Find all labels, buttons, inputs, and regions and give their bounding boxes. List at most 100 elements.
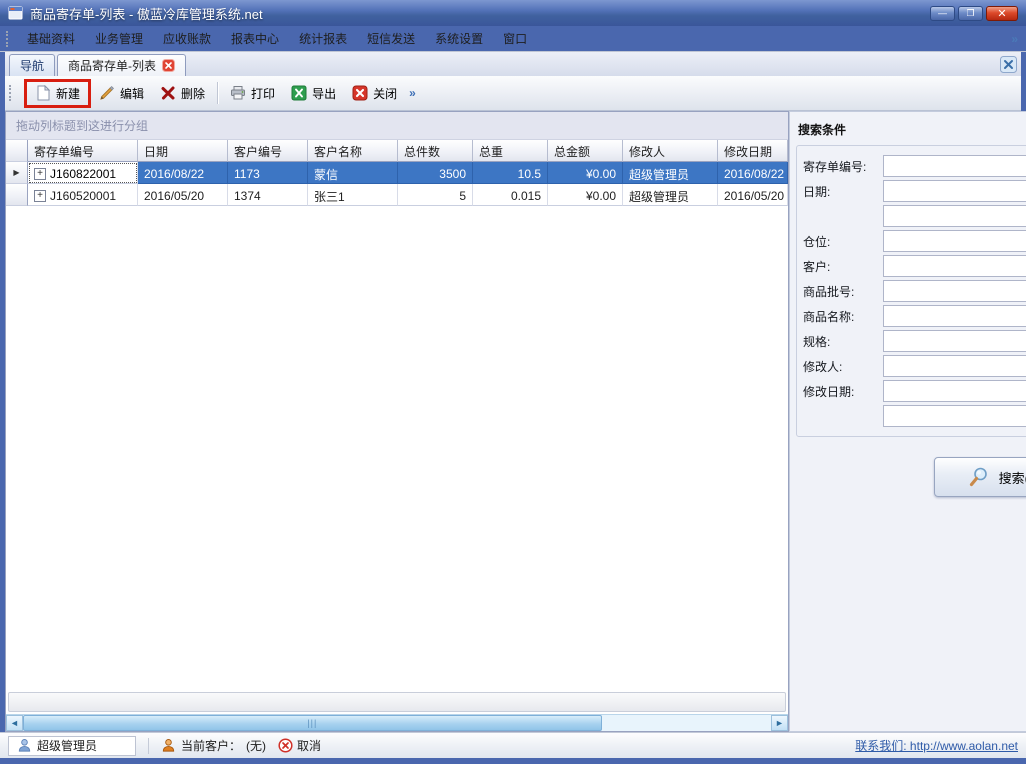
- cell-客户名称[interactable]: 张三1: [308, 184, 398, 206]
- menu-item-5[interactable]: 短信发送: [357, 26, 425, 51]
- modifier-input[interactable]: [883, 355, 1026, 377]
- column-header-0[interactable]: 寄存单编号: [28, 140, 138, 162]
- cell-value: ¥0.00: [586, 167, 616, 181]
- menu-item-6[interactable]: 系统设置: [425, 26, 493, 51]
- warehouse-slot-input[interactable]: [883, 230, 1026, 252]
- horizontal-scrollbar[interactable]: ◄ ||| ►: [6, 714, 788, 731]
- column-header-6[interactable]: 总金额: [548, 140, 623, 162]
- toolbar: 新建 编辑 删除打印导出 关闭 »: [5, 76, 1021, 111]
- cell-修改日期[interactable]: 2016/05/20: [718, 184, 788, 206]
- menu-item-7[interactable]: 窗口: [493, 26, 537, 51]
- toolbar-button-3[interactable]: 打印: [222, 80, 283, 107]
- search-field-deposit-no: 寄存单编号:: [803, 155, 1026, 177]
- cancel-customer-button[interactable]: 取消: [278, 737, 321, 754]
- menu-overflow-chevron-icon[interactable]: »: [1007, 32, 1022, 46]
- cell-总金额[interactable]: ¥0.00: [548, 184, 623, 206]
- cell-总重[interactable]: 0.015: [473, 184, 548, 206]
- toolbar-button-0[interactable]: 新建: [24, 79, 91, 108]
- deposit-no-input[interactable]: [883, 155, 1026, 177]
- cell-value: 蒙信: [314, 166, 338, 183]
- status-bar: 超级管理员 当前客户： (无) 取消 联系我们: http://www.aola…: [0, 732, 1026, 758]
- scrollbar-track[interactable]: [602, 715, 771, 731]
- cell-客户名称[interactable]: 蒙信: [308, 162, 398, 184]
- toolbar-buttons: 新建 编辑 删除打印导出 关闭: [20, 79, 405, 108]
- minimize-button[interactable]: —: [930, 6, 955, 21]
- menu-item-0[interactable]: 基础资料: [17, 26, 85, 51]
- search-field-modify-date-to: [803, 405, 1026, 427]
- cell-寄存单编号[interactable]: + J160520001: [28, 184, 138, 206]
- tabstrip-close-icon[interactable]: [1000, 56, 1017, 73]
- scrollbar-thumb[interactable]: |||: [23, 715, 602, 731]
- column-header-5[interactable]: 总重: [473, 140, 548, 162]
- table-row[interactable]: ▶+J1608220012016/08/221173蒙信350010.5¥0.0…: [6, 162, 788, 184]
- table-row[interactable]: +J1605200012016/05/201374张三150.015¥0.00超…: [6, 184, 788, 206]
- column-header-7[interactable]: 修改人: [623, 140, 718, 162]
- close-red-icon: [352, 85, 368, 101]
- cell-客户编号[interactable]: 1173: [228, 162, 308, 184]
- cell-总件数[interactable]: 5: [398, 184, 473, 206]
- field-label-product-name: 商品名称:: [803, 308, 883, 325]
- toolbar-button-5[interactable]: 关闭: [344, 80, 405, 107]
- close-button[interactable]: ✕: [986, 6, 1018, 21]
- cell-修改日期[interactable]: 2016/08/22: [718, 162, 788, 184]
- scroll-right-icon[interactable]: ►: [771, 715, 788, 731]
- cell-value: 张三1: [314, 188, 345, 205]
- tab-deposit-list[interactable]: 商品寄存单-列表: [57, 54, 186, 76]
- toolbar-button-4[interactable]: 导出: [283, 80, 344, 107]
- cell-value: 10.5: [518, 167, 541, 181]
- window-title: 商品寄存单-列表 - 傲蓝冷库管理系统.net: [30, 4, 927, 23]
- menu-item-4[interactable]: 统计报表: [289, 26, 357, 51]
- cell-value: 超级管理员: [629, 166, 689, 183]
- batch-no-input[interactable]: [883, 280, 1026, 302]
- column-header-2[interactable]: 客户编号: [228, 140, 308, 162]
- cell-总件数[interactable]: 3500: [398, 162, 473, 184]
- column-header-3[interactable]: 客户名称: [308, 140, 398, 162]
- cell-客户编号[interactable]: 1374: [228, 184, 308, 206]
- modify-date-from-input[interactable]: [883, 380, 1026, 402]
- toolbar-overflow-chevron-icon[interactable]: »: [405, 86, 420, 100]
- field-control-deposit-no: [883, 155, 1026, 177]
- menu-item-2[interactable]: 应收账款: [153, 26, 221, 51]
- toolbar-button-label: 关闭: [373, 85, 397, 102]
- cell-value: J160520001: [50, 189, 116, 203]
- date-to-input[interactable]: [883, 205, 1026, 227]
- column-header-1[interactable]: 日期: [138, 140, 228, 162]
- tab-navigation[interactable]: 导航: [9, 54, 55, 76]
- scroll-left-icon[interactable]: ◄: [6, 715, 23, 731]
- expand-row-icon[interactable]: +: [34, 190, 46, 202]
- expand-row-icon[interactable]: +: [34, 168, 46, 180]
- cell-日期[interactable]: 2016/08/22: [138, 162, 228, 184]
- cell-value: 2016/05/20: [724, 189, 784, 203]
- search-fields-box: 寄存单编号:日期:仓位:…客户:商品批号:商品名称:规格:修改人:修改日期:: [796, 145, 1026, 437]
- toolbar-button-label: 删除: [181, 85, 205, 102]
- group-by-bar[interactable]: 拖动列标题到这进行分组: [6, 112, 788, 140]
- current-user-box: 超级管理员: [8, 736, 136, 756]
- field-control-warehouse-slot: …: [883, 230, 1026, 252]
- cell-日期[interactable]: 2016/05/20: [138, 184, 228, 206]
- column-header-4[interactable]: 总件数: [398, 140, 473, 162]
- column-header-8[interactable]: 修改日期: [718, 140, 788, 162]
- modify-date-to-input[interactable]: [883, 405, 1026, 427]
- toolbar-button-2[interactable]: 删除: [152, 80, 213, 107]
- contact-us-link[interactable]: 联系我们: http://www.aolan.net: [855, 737, 1018, 754]
- cell-寄存单编号[interactable]: +J160822001: [28, 162, 138, 184]
- cell-总金额[interactable]: ¥0.00: [548, 162, 623, 184]
- product-name-input[interactable]: [883, 305, 1026, 327]
- cell-修改人[interactable]: 超级管理员: [623, 162, 718, 184]
- customer-input[interactable]: [883, 255, 1026, 277]
- cell-value: 1173: [234, 167, 260, 181]
- toolbar-button-label: 编辑: [120, 85, 144, 102]
- spec-input[interactable]: [883, 330, 1026, 352]
- field-control-date-to: [883, 205, 1026, 227]
- search-button-label: 搜索(F): [999, 468, 1026, 487]
- search-field-warehouse-slot: 仓位:…: [803, 230, 1026, 252]
- cell-修改人[interactable]: 超级管理员: [623, 184, 718, 206]
- toolbar-button-1[interactable]: 编辑: [91, 80, 152, 107]
- tab-close-icon[interactable]: [162, 59, 175, 72]
- search-button[interactable]: 搜索(F): [934, 457, 1026, 497]
- cell-总重[interactable]: 10.5: [473, 162, 548, 184]
- menu-item-1[interactable]: 业务管理: [85, 26, 153, 51]
- menu-item-3[interactable]: 报表中心: [221, 26, 289, 51]
- maximize-button[interactable]: ❐: [958, 6, 983, 21]
- date-from-input[interactable]: [883, 180, 1026, 202]
